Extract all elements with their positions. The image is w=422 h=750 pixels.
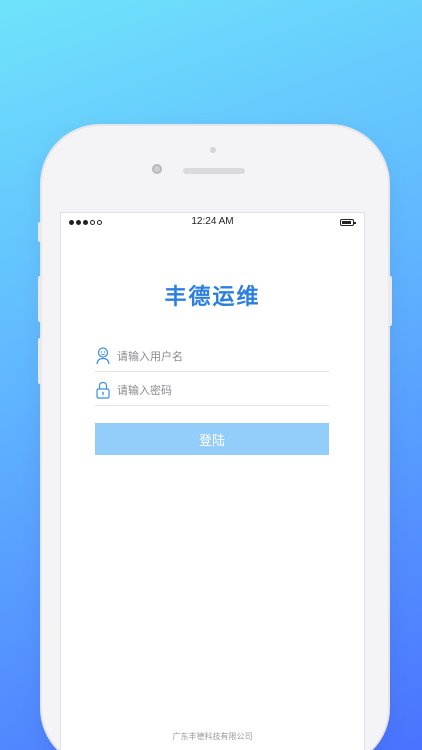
app-screen: 12:24 AM 丰德运维 登陆 广东丰德科技有限公司 (60, 212, 365, 750)
password-input[interactable] (117, 381, 317, 399)
company-footer: 广东丰德科技有限公司 (172, 732, 253, 741)
phone-mockup: 12:24 AM 丰德运维 登陆 广东丰德科技有限公司 (38, 126, 392, 750)
app-title: 丰德运维 (164, 285, 261, 310)
status-bar: 12:24 AM (61, 213, 364, 233)
lock-icon (96, 381, 110, 399)
phone-mute-switch (38, 222, 42, 242)
battery-icon (340, 219, 356, 226)
phone-volume-down (38, 338, 42, 384)
phone-sensor (210, 147, 216, 153)
user-icon (96, 347, 110, 365)
username-input[interactable] (117, 347, 317, 365)
status-time: 12:24 AM (191, 216, 234, 227)
phone-power-button (388, 276, 392, 326)
login-button[interactable]: 登陆 (95, 423, 329, 455)
password-field[interactable] (95, 379, 329, 406)
phone-speaker (183, 168, 245, 174)
phone-front-camera (152, 164, 162, 174)
phone-volume-up (38, 276, 42, 322)
username-field[interactable] (95, 345, 329, 372)
